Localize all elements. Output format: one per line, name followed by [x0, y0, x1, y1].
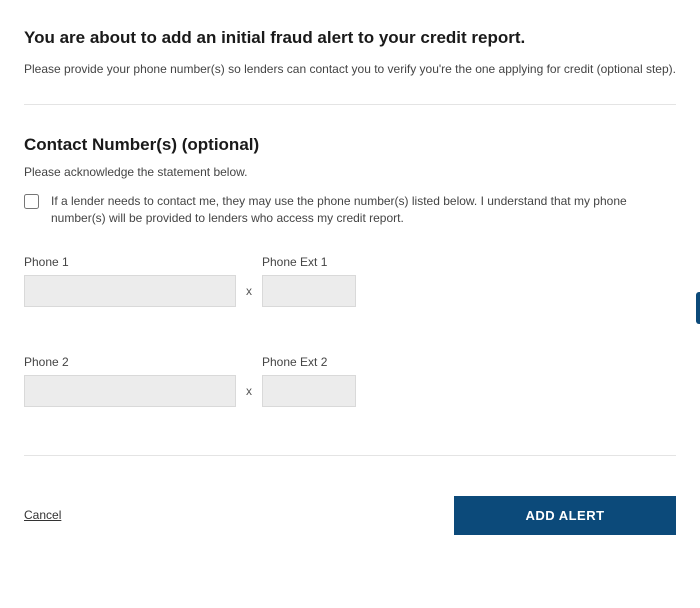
acknowledgment-text: If a lender needs to contact me, they ma…: [51, 193, 676, 227]
cancel-link[interactable]: Cancel: [24, 508, 61, 522]
section-subtext: Please acknowledge the statement below.: [24, 165, 676, 179]
phone1-input[interactable]: [24, 275, 236, 307]
divider-top: [24, 104, 676, 105]
acknowledgment-checkbox[interactable]: [24, 194, 39, 209]
footer-row: Cancel ADD ALERT: [24, 496, 676, 535]
feedback-tab[interactable]: [696, 292, 700, 324]
phone-ext2-input[interactable]: [262, 375, 356, 407]
acknowledgment-row: If a lender needs to contact me, they ma…: [24, 193, 676, 227]
add-alert-button[interactable]: ADD ALERT: [454, 496, 676, 535]
phone2-input[interactable]: [24, 375, 236, 407]
phone2-separator: x: [246, 384, 252, 398]
divider-bottom: [24, 455, 676, 456]
phone-ext2-label: Phone Ext 2: [262, 355, 676, 369]
page-subtext: Please provide your phone number(s) so l…: [24, 62, 676, 76]
phone2-label: Phone 2: [24, 355, 236, 369]
phone1-separator: x: [246, 284, 252, 298]
phone-ext1-input[interactable]: [262, 275, 356, 307]
section-title: Contact Number(s) (optional): [24, 135, 676, 155]
phone-ext1-label: Phone Ext 1: [262, 255, 676, 269]
page-title: You are about to add an initial fraud al…: [24, 28, 676, 48]
phone1-label: Phone 1: [24, 255, 236, 269]
